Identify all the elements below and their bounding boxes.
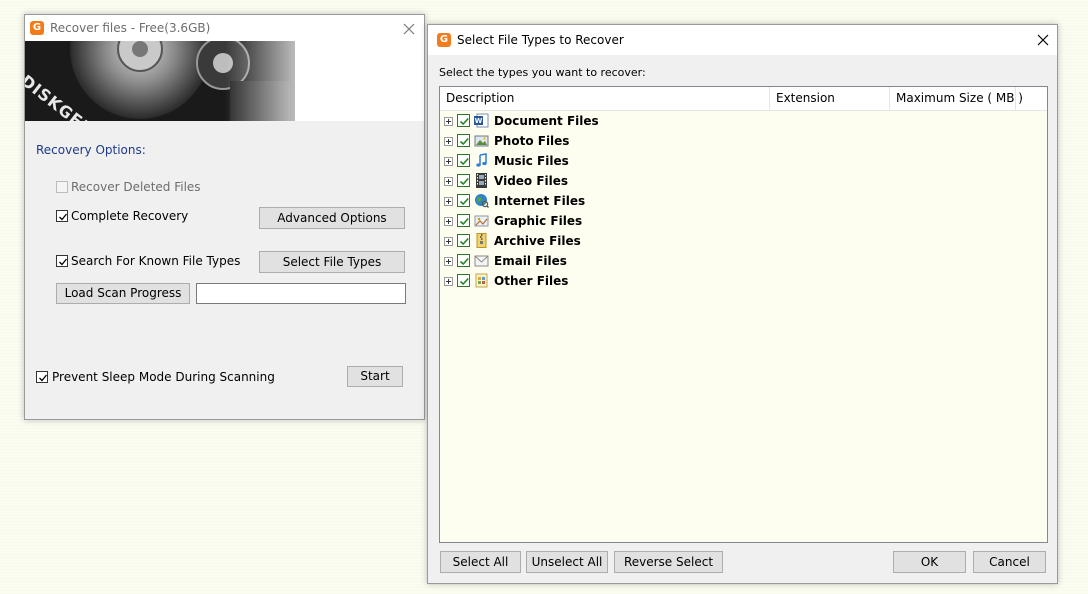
file-type-label: Archive Files	[494, 234, 581, 248]
checkmark-icon	[459, 237, 469, 246]
globe-icon	[474, 193, 489, 208]
reverse-select-button[interactable]: Reverse Select	[614, 551, 723, 573]
complete-recovery-label: Complete Recovery	[71, 209, 189, 223]
recovery-options-label: Recovery Options:	[36, 143, 146, 157]
checkmark-icon	[59, 258, 68, 266]
column-description[interactable]: Description	[440, 87, 770, 110]
advanced-options-button[interactable]: Advanced Options	[259, 207, 405, 229]
start-button[interactable]: Start	[347, 366, 403, 387]
unselect-all-button[interactable]: Unselect All	[526, 551, 608, 573]
expand-toggle[interactable]	[444, 257, 453, 266]
column-extension[interactable]: Extension	[770, 87, 890, 110]
close-button[interactable]	[1028, 28, 1058, 52]
instruction-text: Select the types you want to recover:	[439, 66, 646, 79]
file-type-label: Other Files	[494, 274, 569, 288]
file-type-row[interactable]: Photo Files	[440, 131, 1040, 151]
file-type-label: Photo Files	[494, 134, 570, 148]
close-button[interactable]	[394, 17, 424, 41]
file-type-checkbox[interactable]	[457, 174, 470, 187]
file-type-checkbox[interactable]	[457, 254, 470, 267]
ok-button[interactable]: OK	[893, 551, 966, 573]
envelope-icon	[474, 253, 489, 268]
file-type-row[interactable]: W Document Files	[440, 111, 1040, 131]
file-type-row[interactable]: Archive Files	[440, 231, 1040, 251]
expand-toggle[interactable]	[444, 197, 453, 206]
file-type-checkbox[interactable]	[457, 194, 470, 207]
hard-disk-image	[25, 41, 424, 121]
recover-files-window: G Recover files - Free(3.6GB) Recovery O…	[24, 14, 425, 420]
film-strip-icon	[474, 173, 489, 188]
file-type-row[interactable]: Email Files	[440, 251, 1040, 271]
expand-toggle[interactable]	[444, 117, 453, 126]
file-type-checkbox[interactable]	[457, 134, 470, 147]
checkmark-icon	[459, 177, 469, 186]
load-scan-progress-button[interactable]: Load Scan Progress	[56, 283, 190, 304]
select-file-types-button[interactable]: Select File Types	[259, 251, 405, 273]
file-type-checkbox[interactable]	[457, 274, 470, 287]
search-known-types-label: Search For Known File Types	[71, 254, 241, 268]
expand-toggle[interactable]	[444, 237, 453, 246]
expand-toggle[interactable]	[444, 177, 453, 186]
expand-toggle[interactable]	[444, 277, 453, 286]
select-file-types-dialog: G Select File Types to Recover Select th…	[427, 24, 1058, 584]
file-type-row[interactable]: Internet Files	[440, 191, 1040, 211]
checkmark-icon	[459, 257, 469, 266]
archive-zip-icon	[474, 233, 489, 248]
file-type-checkbox[interactable]	[457, 114, 470, 127]
expand-toggle[interactable]	[444, 137, 453, 146]
diskgenius-logo-icon: G	[437, 33, 451, 47]
scan-progress-path-input[interactable]	[196, 283, 406, 304]
music-note-icon	[474, 153, 489, 168]
file-type-label: Graphic Files	[494, 214, 583, 228]
file-type-checkbox[interactable]	[457, 234, 470, 247]
svg-text:W: W	[475, 117, 483, 125]
checkmark-icon	[459, 137, 469, 146]
checkmark-icon	[459, 277, 469, 286]
window-title: Recover files - Free(3.6GB)	[50, 21, 211, 35]
checkmark-icon	[459, 217, 469, 226]
checkmark-icon	[459, 117, 469, 126]
file-type-row[interactable]: Music Files	[440, 151, 1040, 171]
expand-toggle[interactable]	[444, 157, 453, 166]
cancel-button[interactable]: Cancel	[973, 551, 1046, 573]
file-type-label: Music Files	[494, 154, 569, 168]
column-max-size[interactable]: Maximum Size ( MB )	[890, 87, 1023, 110]
file-type-checkbox[interactable]	[457, 154, 470, 167]
file-type-row[interactable]: Other Files	[440, 271, 1040, 291]
file-type-rows: W Document Files Photo Files Music Files Vid…	[440, 111, 1040, 311]
close-icon	[1037, 34, 1049, 46]
checkmark-icon	[59, 213, 68, 221]
file-type-label: Email Files	[494, 254, 567, 268]
file-type-row[interactable]: Video Files	[440, 171, 1040, 191]
file-type-label: Video Files	[494, 174, 569, 188]
recover-deleted-checkbox[interactable]	[56, 181, 68, 193]
prevent-sleep-checkbox[interactable]	[36, 371, 48, 383]
recover-deleted-label: Recover Deleted Files	[71, 180, 201, 194]
file-type-checkbox[interactable]	[457, 214, 470, 227]
checkmark-icon	[39, 374, 48, 382]
graphic-icon	[474, 213, 489, 228]
prevent-sleep-label: Prevent Sleep Mode During Scanning	[52, 370, 275, 384]
photo-icon	[474, 133, 489, 148]
checkmark-icon	[459, 157, 469, 166]
file-type-label: Document Files	[494, 114, 599, 128]
other-file-icon	[474, 273, 489, 288]
search-known-types-checkbox[interactable]	[56, 255, 68, 267]
dialog-title: Select File Types to Recover	[457, 33, 624, 47]
close-icon	[403, 23, 415, 35]
file-types-tree[interactable]: Description Extension Maximum Size ( MB …	[439, 86, 1048, 543]
file-type-row[interactable]: Graphic Files	[440, 211, 1040, 231]
banner: DISKGENIUS	[25, 41, 424, 121]
column-header: Description Extension Maximum Size ( MB …	[440, 87, 1047, 111]
file-type-label: Internet Files	[494, 194, 586, 208]
select-all-button[interactable]: Select All	[440, 551, 521, 573]
diskgenius-logo-icon: G	[30, 21, 44, 35]
expand-toggle[interactable]	[444, 217, 453, 226]
word-document-icon: W	[474, 113, 489, 128]
title-bar: G Recover files - Free(3.6GB)	[25, 15, 424, 41]
complete-recovery-checkbox[interactable]	[56, 210, 68, 222]
title-bar: G Select File Types to Recover	[428, 25, 1057, 55]
checkmark-icon	[459, 197, 469, 206]
